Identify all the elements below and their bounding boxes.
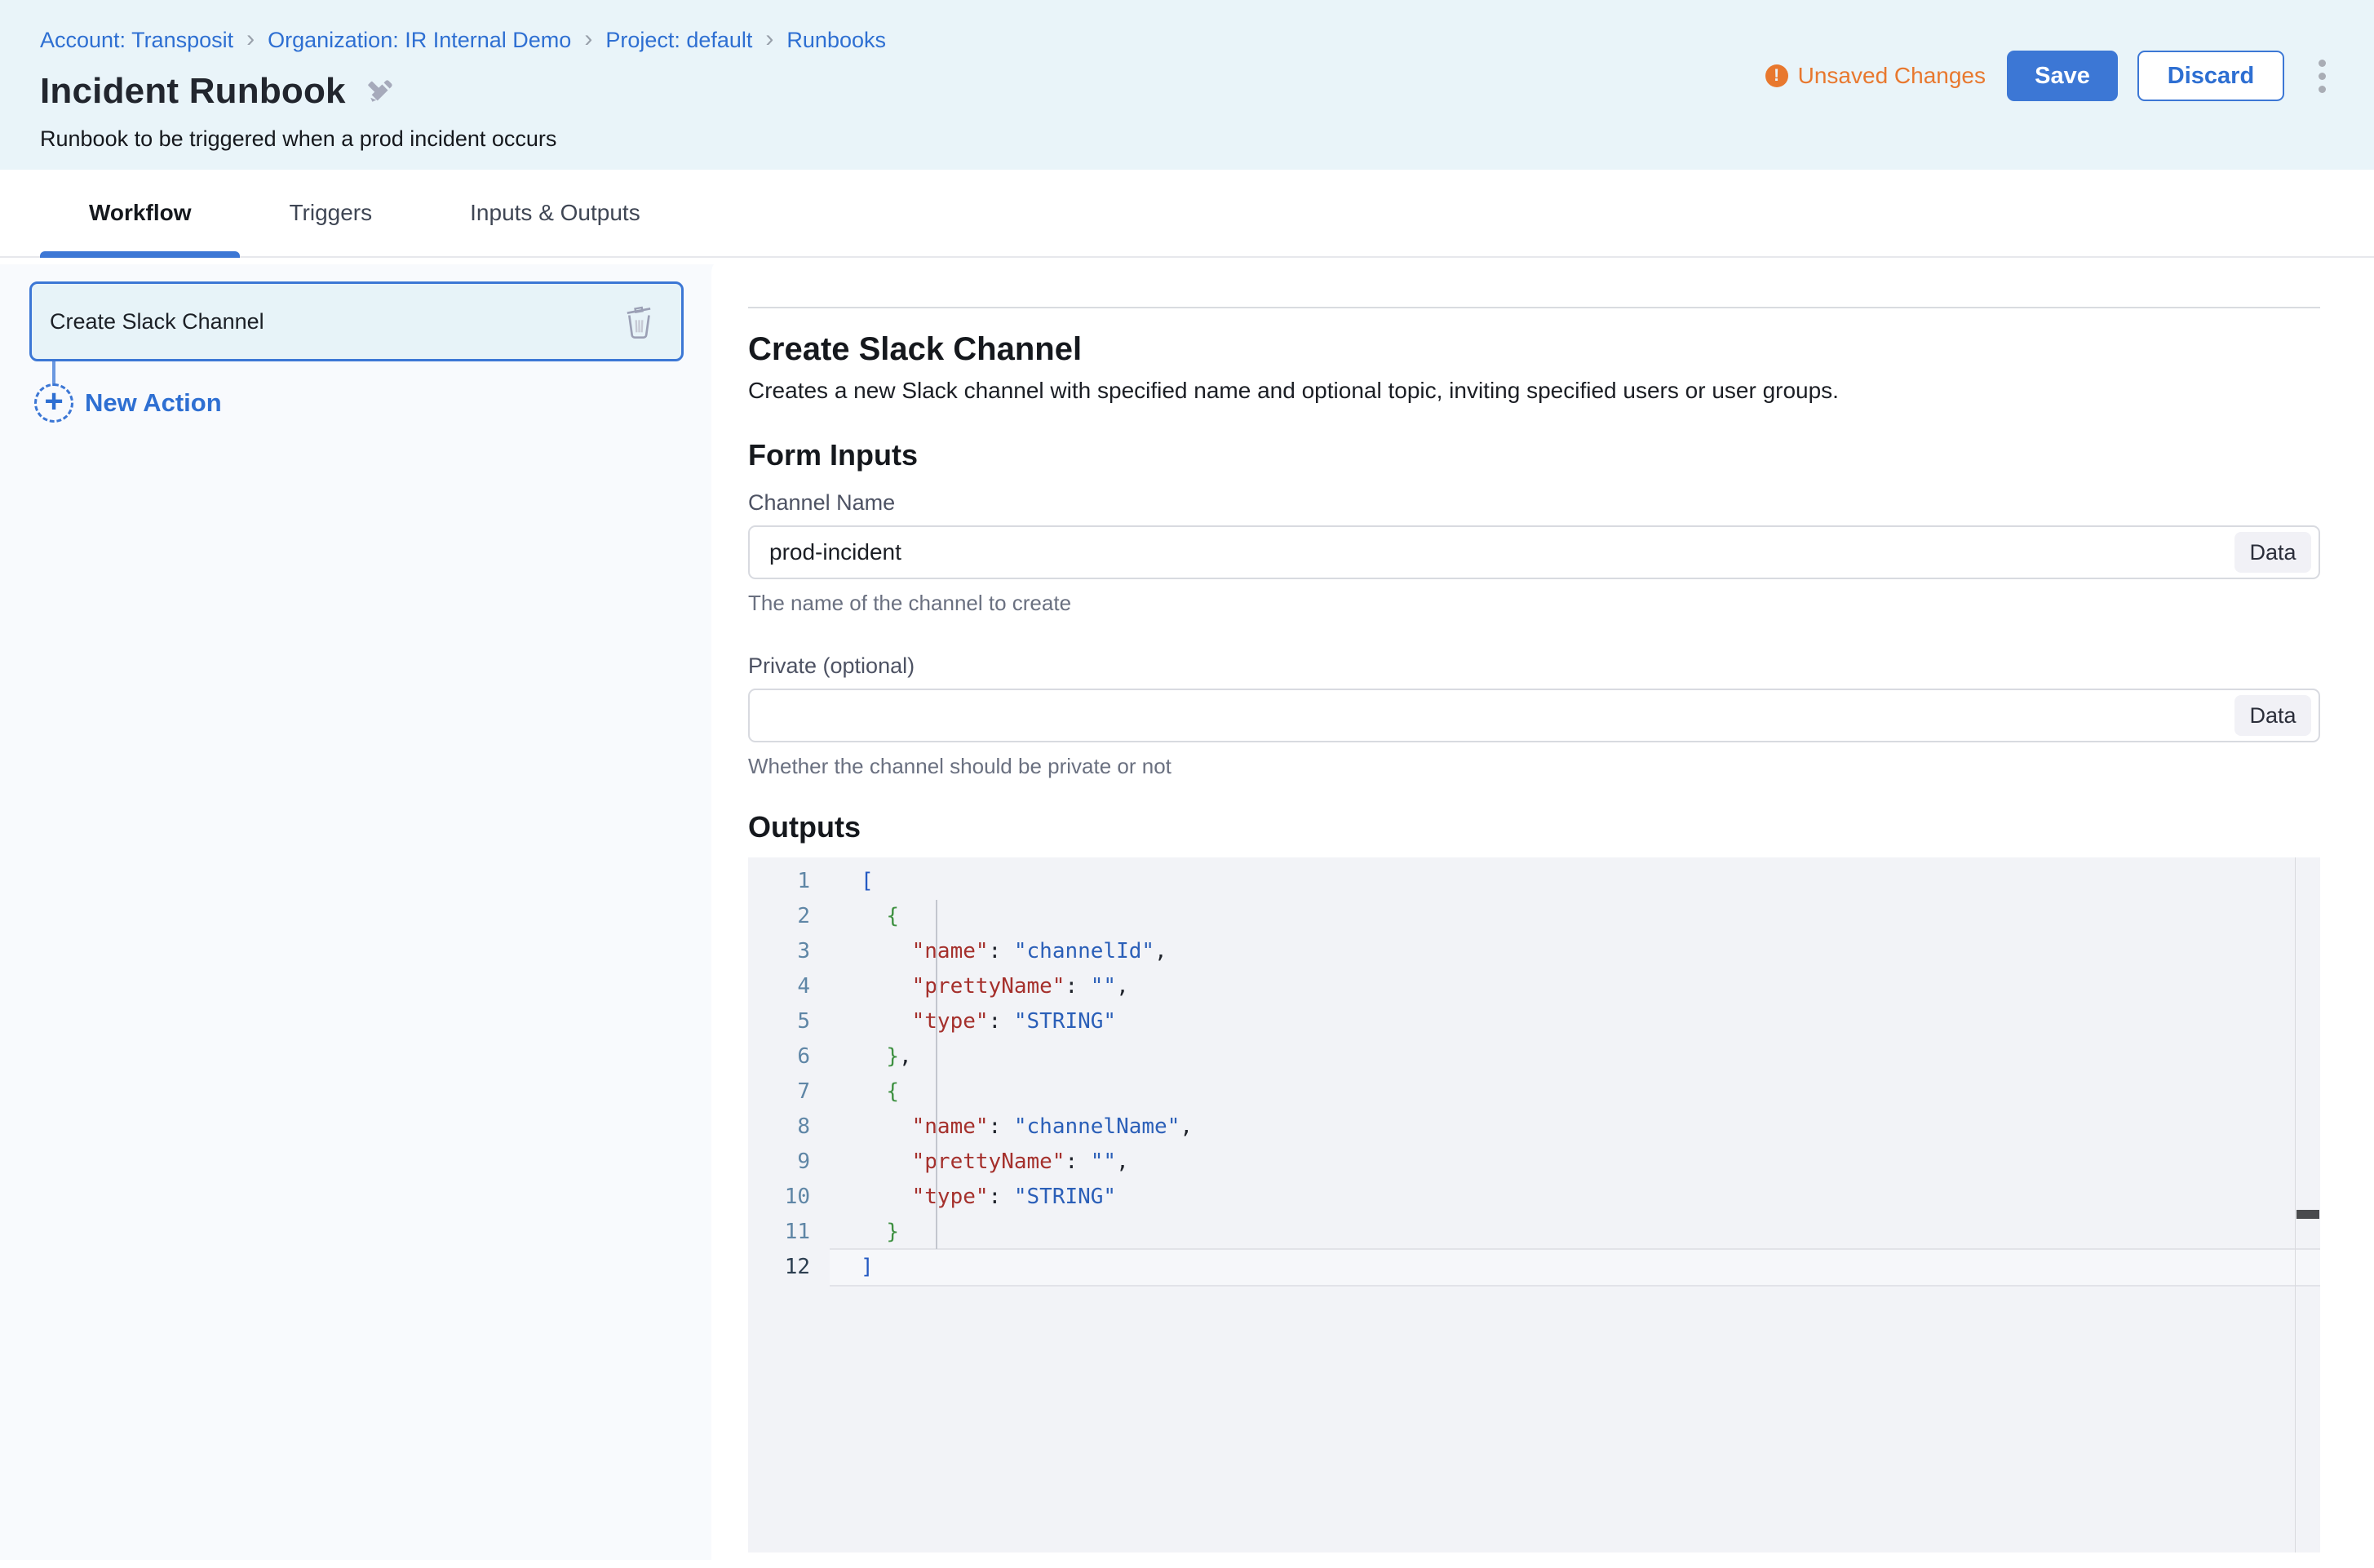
line-number: 1 <box>748 864 830 899</box>
channel-name-helper: The name of the channel to create <box>748 591 2320 616</box>
code-line[interactable]: ] <box>830 1250 2320 1285</box>
save-button[interactable]: Save <box>2007 51 2118 101</box>
line-number: 9 <box>748 1145 830 1180</box>
breadcrumb-runbooks-link[interactable]: Runbooks <box>786 28 886 53</box>
action-detail-title: Create Slack Channel <box>748 331 2320 368</box>
line-number: 3 <box>748 934 830 969</box>
code-line[interactable]: "prettyName": "", <box>830 1145 2320 1180</box>
line-number: 5 <box>748 1004 830 1039</box>
line-number: 4 <box>748 969 830 1004</box>
outputs-code-editor[interactable]: 123456789101112 [ { "name": "channelId",… <box>748 857 2320 1552</box>
private-input-wrap: Data <box>748 689 2320 742</box>
channel-name-input-wrap: Data <box>748 525 2320 579</box>
discard-button[interactable]: Discard <box>2137 51 2284 101</box>
breadcrumb-account-link[interactable]: Account: Transposit <box>40 28 233 53</box>
tab-workflow[interactable]: Workflow <box>40 170 240 256</box>
detail-top-divider <box>748 307 2320 308</box>
action-detail-description: Creates a new Slack channel with specifi… <box>748 378 2320 404</box>
tab-inputs-outputs[interactable]: Inputs & Outputs <box>421 170 689 256</box>
code-line[interactable]: { <box>830 899 2320 934</box>
indent-guide-line <box>936 900 937 1249</box>
code-line[interactable]: "prettyName": "", <box>830 969 2320 1004</box>
editor-scrollbar-track <box>2295 857 2296 1552</box>
action-card-create-slack-channel[interactable]: Create Slack Channel <box>29 281 684 361</box>
line-number: 11 <box>748 1215 830 1250</box>
private-label: Private (optional) <box>748 653 2320 679</box>
code-line[interactable]: { <box>830 1074 2320 1110</box>
private-helper: Whether the channel should be private or… <box>748 754 2320 779</box>
code-line[interactable]: "name": "channelName", <box>830 1110 2320 1145</box>
form-inputs-heading: Form Inputs <box>748 438 2320 472</box>
line-number: 2 <box>748 899 830 934</box>
line-number: 7 <box>748 1074 830 1110</box>
line-number: 8 <box>748 1110 830 1145</box>
private-input[interactable] <box>750 690 2234 741</box>
breadcrumb: Account: Transposit › Organization: IR I… <box>40 28 2335 53</box>
code-line[interactable]: [ <box>830 864 2320 899</box>
unsaved-changes-label: Unsaved Changes <box>1798 63 1986 89</box>
code-gutter: 123456789101112 <box>748 857 830 1552</box>
line-number: 12 <box>748 1250 830 1285</box>
line-number: 6 <box>748 1039 830 1074</box>
channel-name-label: Channel Name <box>748 490 2320 516</box>
channel-name-input[interactable] <box>750 527 2234 578</box>
tab-triggers[interactable]: Triggers <box>240 170 421 256</box>
breadcrumb-separator-icon: › <box>246 27 255 51</box>
delete-action-trash-icon[interactable] <box>622 303 655 339</box>
code-line[interactable]: "name": "channelId", <box>830 934 2320 969</box>
edit-title-pencil-icon[interactable] <box>367 78 395 105</box>
new-action-button[interactable]: + New Action <box>34 383 222 423</box>
workflow-connector-line <box>52 361 55 386</box>
code-lines[interactable]: [ { "name": "channelId", "prettyName": "… <box>830 857 2320 1552</box>
breadcrumb-project-link[interactable]: Project: default <box>605 28 752 53</box>
code-line[interactable]: "type": "STRING" <box>830 1180 2320 1215</box>
action-card-label: Create Slack Channel <box>50 309 264 334</box>
breadcrumb-separator-icon: › <box>584 27 592 51</box>
line-number: 10 <box>748 1180 830 1215</box>
unsaved-changes-badge: ! Unsaved Changes <box>1765 63 1986 89</box>
page-header: Account: Transposit › Organization: IR I… <box>0 0 2374 170</box>
channel-name-data-button[interactable]: Data <box>2234 532 2311 573</box>
alert-icon: ! <box>1765 64 1788 87</box>
breadcrumb-separator-icon: › <box>765 27 773 51</box>
tab-bar: Workflow Triggers Inputs & Outputs <box>0 170 2374 258</box>
kebab-menu-icon[interactable] <box>2305 51 2338 101</box>
new-action-label: New Action <box>85 388 222 418</box>
action-detail-panel: Create Slack Channel Creates a new Slack… <box>711 258 2374 1566</box>
runbook-subtitle: Runbook to be triggered when a prod inci… <box>40 126 2335 152</box>
code-line[interactable]: "type": "STRING" <box>830 1004 2320 1039</box>
plus-icon: + <box>34 383 73 423</box>
private-data-button[interactable]: Data <box>2234 695 2311 736</box>
workflow-steps-panel: Create Slack Channel + New Action <box>0 264 726 1560</box>
outputs-heading: Outputs <box>748 810 2320 844</box>
code-line[interactable]: } <box>830 1215 2320 1250</box>
code-line[interactable]: }, <box>830 1039 2320 1074</box>
editor-scrollbar-thumb[interactable] <box>2296 1210 2319 1219</box>
page-title: Incident Runbook <box>40 71 346 112</box>
breadcrumb-organization-link[interactable]: Organization: IR Internal Demo <box>268 28 571 53</box>
